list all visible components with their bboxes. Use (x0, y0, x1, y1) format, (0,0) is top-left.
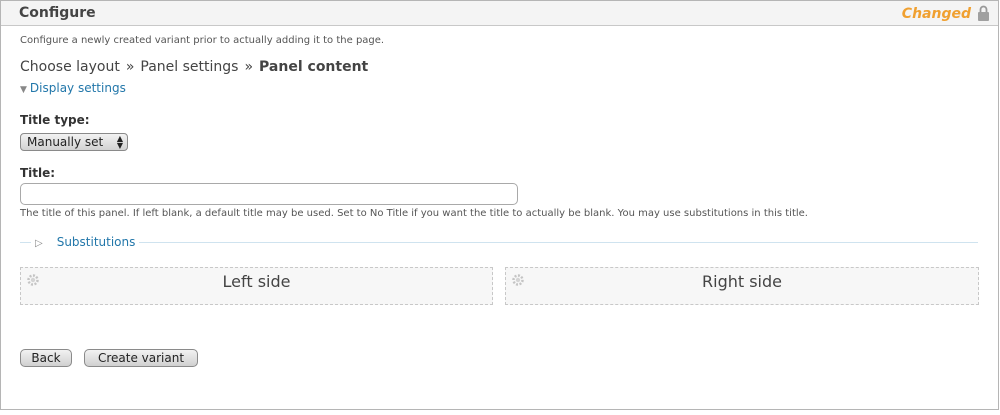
substitutions-toggle[interactable]: ▷ Substitutions (31, 235, 140, 249)
region-title: Right side (702, 272, 782, 291)
breadcrumb-step-settings: Panel settings (140, 59, 239, 75)
dialog-title: Configure (19, 5, 96, 21)
display-settings-toggle[interactable]: ▼ Display settings (20, 81, 126, 95)
title-help-text: The title of this panel. If left blank, … (20, 208, 808, 219)
title-input[interactable] (20, 183, 518, 205)
dialog-description: Configure a newly created variant prior … (20, 35, 385, 46)
breadcrumb-step-content: Panel content (259, 59, 369, 75)
region-left-side: Left side (20, 267, 493, 305)
region-right-side: Right side (505, 267, 979, 305)
fieldset-divider (20, 242, 978, 243)
region-title: Left side (222, 272, 291, 291)
substitutions-label: Substitutions (56, 235, 136, 249)
title-type-label: Title type: (20, 113, 90, 127)
title-label: Title: (20, 166, 56, 180)
triangle-right-icon: ▷ (35, 238, 43, 249)
triangle-down-icon: ▼ (20, 85, 27, 95)
back-button[interactable]: Back (20, 349, 72, 367)
create-variant-button[interactable]: Create variant (84, 349, 198, 367)
dialog-header: Configure Changed (1, 1, 998, 26)
changed-status: Changed (901, 6, 971, 22)
configure-dialog: Configure Changed Configure a newly crea… (0, 0, 999, 410)
title-type-value: Manually set (27, 135, 104, 149)
breadcrumb-separator: » (125, 59, 135, 75)
breadcrumb-separator: » (244, 59, 254, 75)
title-type-select[interactable]: Manually set ▲ ▼ (20, 133, 128, 151)
display-settings-label: Display settings (29, 81, 126, 95)
select-arrows-icon: ▲ ▼ (116, 134, 123, 150)
breadcrumb-step-layout: Choose layout (20, 59, 120, 75)
lock-icon (978, 5, 989, 21)
breadcrumb: Choose layout » Panel settings » Panel conte… (20, 59, 368, 75)
